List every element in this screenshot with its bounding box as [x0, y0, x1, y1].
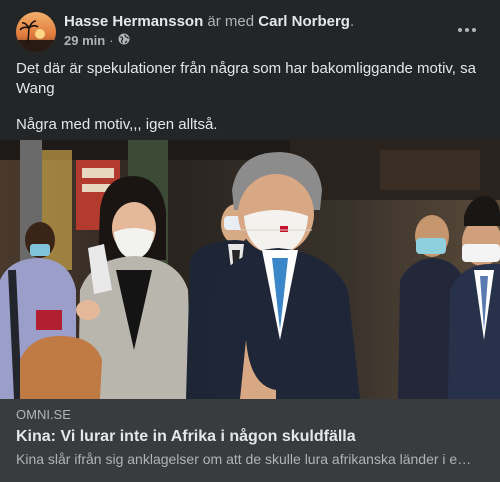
link-domain: OMNI.SE: [16, 407, 71, 422]
with-text: är med: [207, 13, 255, 30]
post-author-line: Hasse Hermansson är med Carl Norberg.: [64, 12, 354, 31]
post-meta: 29 min ·: [64, 33, 130, 49]
tagged-person[interactable]: Carl Norberg: [258, 13, 350, 30]
tagged-suffix: .: [349, 13, 355, 30]
post-text-line-2: Några med motiv,,, igen alltså.: [16, 116, 218, 133]
author-name[interactable]: Hasse Hermansson: [64, 13, 203, 30]
link-preview[interactable]: OMNI.SE Kina: Vi lurar inte in Afrika i …: [0, 399, 500, 482]
post-text-line-1: Det där är spekulationer från några som …: [16, 60, 476, 97]
facebook-post: Hasse Hermansson är med Carl Norberg. 29…: [0, 0, 500, 482]
more-options-button[interactable]: [452, 18, 482, 42]
post-timestamp[interactable]: 29 min: [64, 33, 105, 49]
link-preview-image[interactable]: [0, 140, 500, 399]
post-text: Det där är spekulationer från några som …: [16, 59, 486, 151]
author-avatar[interactable]: [16, 12, 56, 52]
link-description: Kina slår ifrån sig anklagelser om att d…: [16, 451, 476, 467]
link-title[interactable]: Kina: Vi lurar inte in Afrika i någon sk…: [16, 427, 356, 447]
meta-separator: ·: [109, 33, 114, 48]
globe-icon[interactable]: [118, 33, 130, 49]
more-horizontal-icon: [458, 28, 462, 32]
